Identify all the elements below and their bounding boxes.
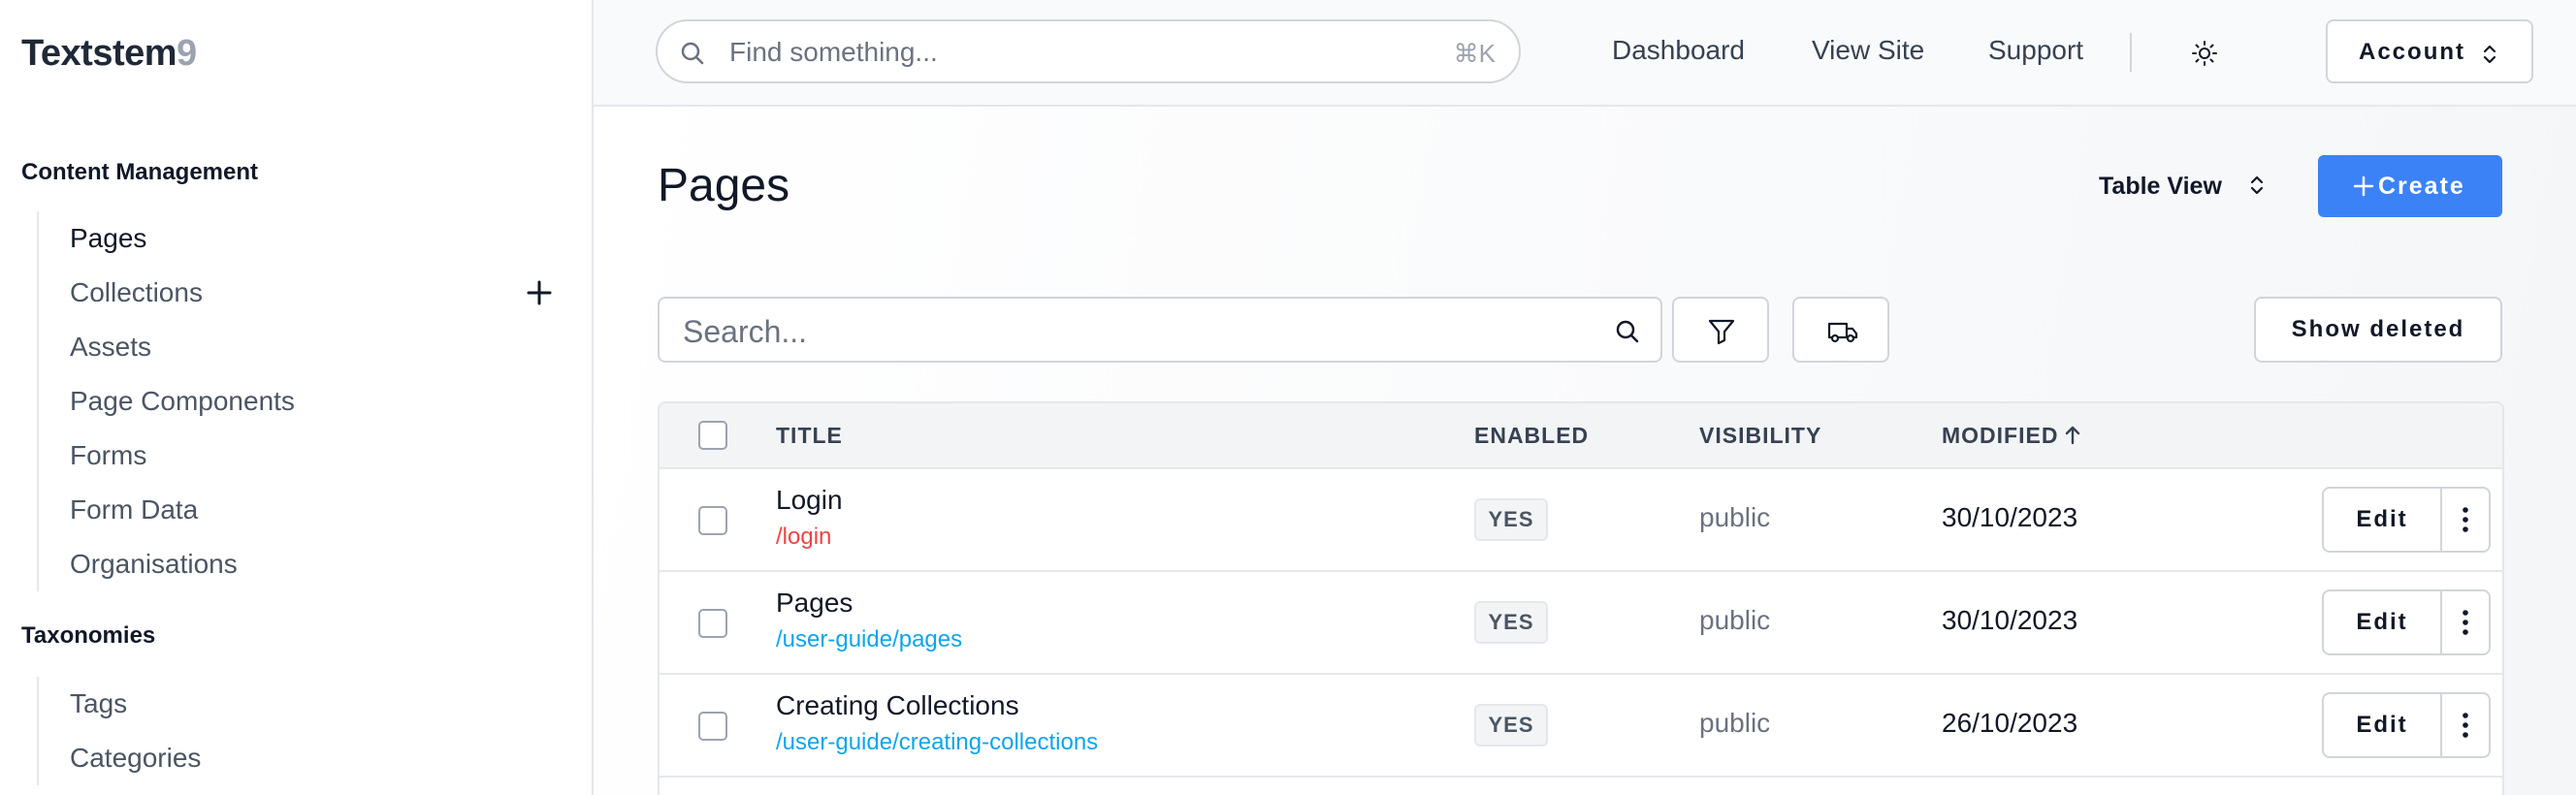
sidebar-item-label: Tags (70, 688, 128, 718)
table-header: TITLE ENABLED VISIBILITY MODIFIED (660, 403, 2502, 469)
more-vertical-icon (2463, 713, 2468, 738)
row-menu-button[interactable] (2440, 589, 2491, 655)
edit-button[interactable]: Edit (2322, 692, 2442, 758)
row-title[interactable]: Creating Collections (776, 690, 1019, 721)
nav-link-dashboard[interactable]: Dashboard (1612, 35, 1745, 66)
main-content: Pages Table View Create Search... Show d… (594, 107, 2576, 795)
row-menu-button[interactable] (2440, 692, 2491, 758)
sidebar-item-label: Organisations (70, 549, 238, 579)
sidebar-item-page-components[interactable]: Page Components (39, 374, 553, 429)
sidebar-item-organisations[interactable]: Organisations (39, 537, 553, 591)
row-slug[interactable]: /user-guide/pages (776, 626, 962, 653)
bulk-actions-button[interactable] (1792, 297, 1889, 363)
account-button[interactable]: Account (2326, 19, 2533, 83)
sidebar-item-label: Assets (70, 332, 152, 362)
chevron-up-down-icon (2483, 45, 2496, 64)
view-select-label: Table View (2099, 173, 2222, 200)
enabled-badge: YES (1474, 704, 1548, 747)
global-search-input[interactable]: Find something... ⌘K (656, 19, 1521, 83)
sun-icon[interactable] (2192, 41, 2217, 66)
pages-table: TITLE ENABLED VISIBILITY MODIFIED Login … (658, 401, 2504, 795)
plus-icon (2353, 175, 2374, 197)
enabled-badge: YES (1474, 601, 1548, 644)
sidebar-item-collections[interactable]: Collections (39, 266, 553, 320)
row-checkbox[interactable] (698, 506, 727, 535)
sidebar-item-tags[interactable]: Tags (39, 677, 553, 731)
filter-icon (1708, 319, 1735, 345)
account-label: Account (2359, 39, 2465, 65)
create-label: Create (2378, 173, 2465, 200)
add-collection-icon[interactable] (526, 279, 553, 306)
search-shortcut-hint: ⌘K (1453, 39, 1496, 68)
sidebar-item-assets[interactable]: Assets (39, 320, 553, 374)
topbar-divider (2130, 33, 2132, 72)
column-header-title[interactable]: TITLE (776, 423, 843, 449)
sidebar-item-label: Forms (70, 440, 147, 470)
table-row: Pages /user-guide/pages YES public 30/10… (660, 572, 2502, 675)
section-title-taxonomies: Taxonomies (21, 622, 156, 649)
sidebar-item-label: Form Data (70, 494, 199, 525)
filter-button[interactable] (1672, 297, 1769, 363)
nav-group-taxonomies: Tags Categories (37, 677, 553, 785)
sidebar-item-label: Collections (70, 277, 203, 307)
sidebar-item-label: Pages (70, 223, 147, 253)
enabled-badge: YES (1474, 498, 1548, 541)
column-header-enabled[interactable]: ENABLED (1474, 423, 1589, 449)
sidebar-item-categories[interactable]: Categories (39, 731, 553, 785)
row-checkbox[interactable] (698, 609, 727, 638)
sidebar-item-label: Categories (70, 743, 202, 773)
search-icon (681, 42, 704, 65)
row-visibility: public (1699, 605, 1771, 635)
more-vertical-icon (2463, 610, 2468, 635)
row-modified: 30/10/2023 (1942, 502, 2078, 532)
sidebar-item-form-data[interactable]: Form Data (39, 483, 553, 537)
create-button[interactable]: Create (2318, 155, 2502, 217)
app-name-suffix: 9 (177, 33, 197, 74)
sidebar: Textstem9 Content Management Pages Colle… (0, 0, 594, 795)
show-deleted-button[interactable]: Show deleted (2254, 297, 2502, 363)
nav-group-content-management: Pages Collections Assets Page Components… (37, 211, 553, 591)
table-row: Login /login YES public 30/10/2023 Edit (660, 469, 2502, 572)
column-header-modified[interactable]: MODIFIED (1942, 423, 2081, 449)
row-slug[interactable]: /login (776, 524, 831, 551)
row-modified: 26/10/2023 (1942, 708, 2078, 738)
view-select[interactable]: Table View (2099, 173, 2264, 201)
search-icon (1616, 320, 1639, 343)
table-search-placeholder: Search... (683, 314, 808, 349)
nav-link-support[interactable]: Support (1988, 35, 2083, 66)
column-header-modified-label: MODIFIED (1942, 423, 2059, 448)
more-vertical-icon (2463, 507, 2468, 532)
row-modified: 30/10/2023 (1942, 605, 2078, 635)
chevron-up-down-icon (2250, 175, 2264, 195)
sidebar-item-forms[interactable]: Forms (39, 429, 553, 483)
select-all-checkbox[interactable] (698, 421, 727, 450)
page-title: Pages (658, 160, 790, 211)
sidebar-item-pages[interactable]: Pages (39, 211, 553, 266)
app-name: Textstem (21, 33, 177, 74)
row-title[interactable]: Login (776, 485, 843, 516)
app-logo[interactable]: Textstem9 (21, 33, 197, 75)
arrow-up-icon (2066, 426, 2080, 445)
global-search-placeholder: Find something... (729, 37, 938, 67)
nav-link-view-site[interactable]: View Site (1812, 35, 1924, 66)
row-menu-button[interactable] (2440, 487, 2491, 553)
row-visibility: public (1699, 502, 1771, 532)
truck-icon (1827, 322, 1858, 343)
row-visibility: public (1699, 708, 1771, 738)
topbar: Find something... ⌘K Dashboard View Site… (594, 0, 2576, 107)
sidebar-item-label: Page Components (70, 386, 295, 416)
edit-button[interactable]: Edit (2322, 589, 2442, 655)
column-header-visibility[interactable]: VISIBILITY (1699, 423, 1821, 449)
row-title[interactable]: Pages (776, 588, 853, 619)
row-checkbox[interactable] (698, 712, 727, 741)
table-row: Creating Collections /user-guide/creatin… (660, 675, 2502, 778)
section-title-content-management: Content Management (21, 159, 259, 185)
row-slug[interactable]: /user-guide/creating-collections (776, 729, 1098, 756)
table-search-input[interactable]: Search... (658, 297, 1662, 363)
edit-button[interactable]: Edit (2322, 487, 2442, 553)
